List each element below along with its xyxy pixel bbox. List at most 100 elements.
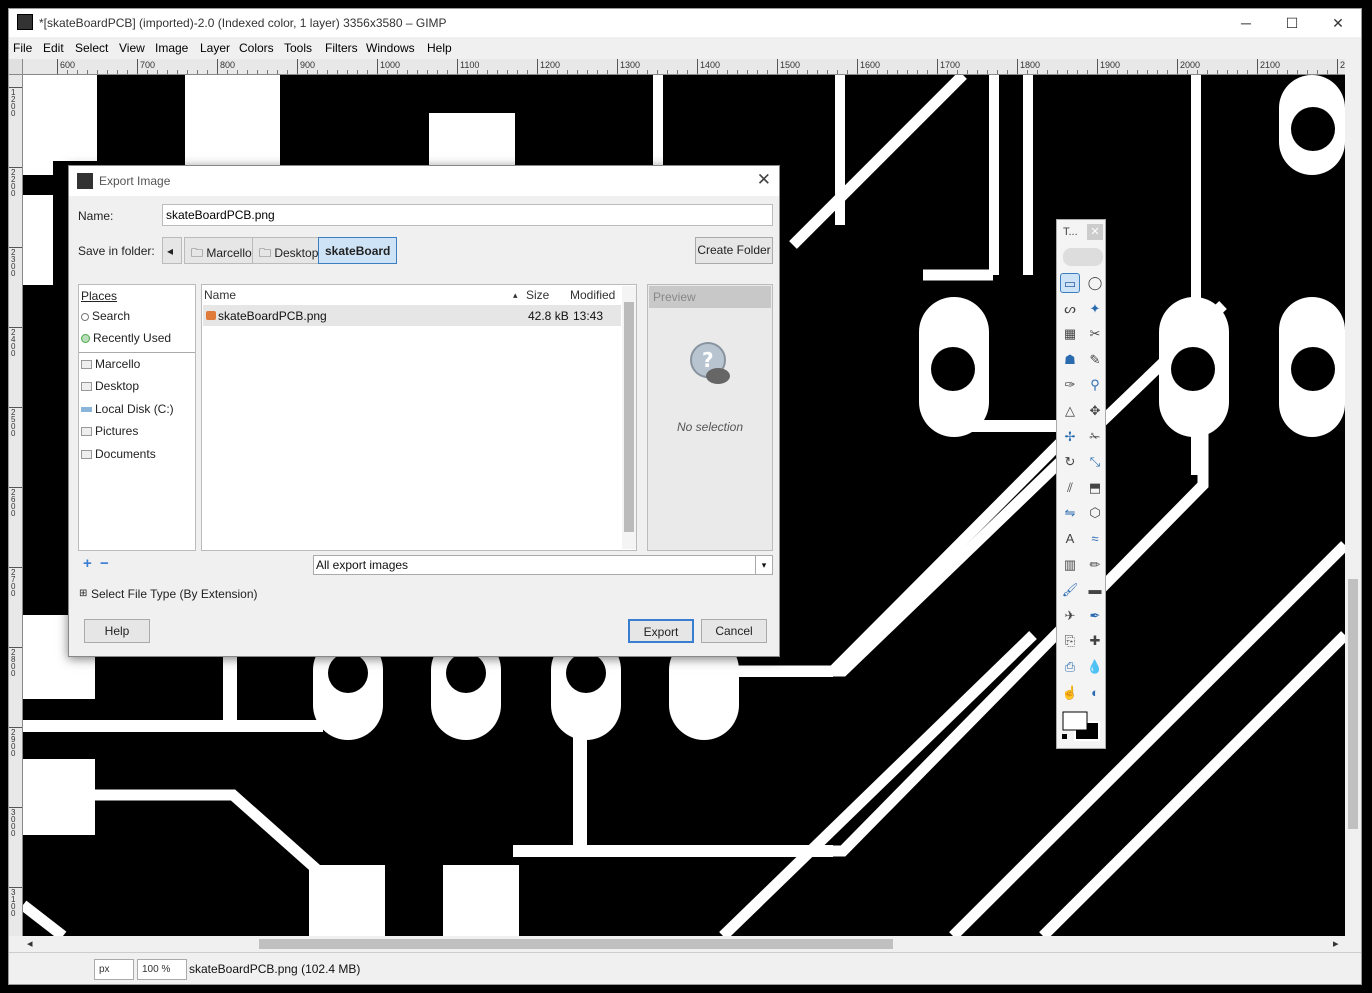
breadcrumb-desktop[interactable]: 🗀 Desktop	[252, 237, 326, 264]
place-local-disk[interactable]: Local Disk (C:)	[81, 402, 174, 416]
filename-input[interactable]: skateBoardPCB.png	[162, 204, 773, 226]
perspective-icon[interactable]: ⬒	[1085, 478, 1105, 498]
rect-select-icon[interactable]: ▭	[1060, 273, 1080, 293]
ruler-minor-tick	[357, 70, 358, 74]
move-icon[interactable]: ✥	[1085, 401, 1105, 421]
pencil-icon[interactable]: ✏	[1085, 555, 1105, 575]
rotate-icon[interactable]: ↻	[1060, 452, 1080, 472]
ruler-minor-tick	[237, 70, 238, 74]
menu-help[interactable]: Help	[427, 41, 452, 55]
file-list-scroll-thumb[interactable]	[624, 302, 634, 532]
file-row[interactable]: skateBoardPCB.png 42.8 kB 13:43	[203, 305, 621, 326]
cancel-button[interactable]: Cancel	[701, 619, 767, 643]
select-by-color-icon[interactable]: ▦	[1060, 324, 1080, 344]
places-separator	[79, 352, 195, 353]
ruler-tick: 900	[297, 59, 315, 74]
quick-mask-toggle[interactable]	[9, 59, 23, 75]
breadcrumb-skateboard[interactable]: skateBoard	[318, 237, 398, 264]
menu-layer[interactable]: Layer	[200, 41, 230, 55]
cage-transform-icon[interactable]: ⬡	[1085, 503, 1105, 523]
paths-icon[interactable]: ✎	[1085, 350, 1105, 370]
chevron-down-icon[interactable]: ▾	[755, 556, 772, 574]
place-documents[interactable]: Documents	[81, 447, 156, 461]
column-name[interactable]: Name	[204, 288, 236, 302]
place-marcello[interactable]: Marcello	[81, 357, 140, 371]
window-title: *[skateBoardPCB] (imported)-2.0 (Indexed…	[39, 16, 447, 30]
alignment-icon[interactable]: ✢	[1060, 427, 1080, 447]
blur-icon[interactable]: 💧	[1085, 657, 1105, 677]
warp-transform-icon[interactable]: ≈	[1085, 529, 1105, 549]
crop-icon[interactable]: ✁	[1085, 427, 1105, 447]
ellipse-select-icon[interactable]: ◯	[1085, 273, 1105, 293]
place-search[interactable]: Search	[81, 309, 130, 323]
menu-colors[interactable]: Colors	[239, 41, 274, 55]
places-sidebar: Places Search Recently Used Marcello Des…	[78, 284, 196, 551]
clone-icon[interactable]: ⎘	[1060, 631, 1080, 651]
place-desktop[interactable]: Desktop	[81, 379, 139, 393]
minimize-button[interactable]: ─	[1223, 9, 1269, 37]
airbrush-icon[interactable]: ✈	[1060, 606, 1080, 626]
ruler-minor-tick	[347, 70, 348, 74]
menu-select[interactable]: Select	[75, 41, 108, 55]
help-button[interactable]: Help	[84, 619, 150, 643]
export-button[interactable]: Export	[628, 619, 694, 643]
menu-view[interactable]: View	[119, 41, 145, 55]
dialog-close-icon[interactable]: ✕	[757, 170, 771, 190]
zoom-icon[interactable]: ⚲	[1085, 375, 1105, 395]
export-image-dialog: Export Image ✕ Name: skateBoardPCB.png S…	[68, 165, 780, 657]
add-bookmark-button[interactable]: +	[83, 555, 92, 572]
fg-bg-color-icon[interactable]	[1061, 710, 1103, 744]
foreground-select-icon[interactable]: ☗	[1060, 350, 1080, 370]
menu-tools[interactable]: Tools	[284, 41, 312, 55]
scissors-select-icon[interactable]: ✂	[1085, 324, 1105, 344]
scroll-left-arrow-icon[interactable]: ◂	[27, 937, 33, 950]
remove-bookmark-button[interactable]: −	[100, 555, 109, 572]
eraser-icon[interactable]: ▬	[1085, 580, 1105, 600]
shear-icon[interactable]: ⫽	[1060, 478, 1080, 498]
close-window-button[interactable]: ✕	[1315, 9, 1361, 37]
column-size[interactable]: Size	[526, 288, 549, 302]
menu-edit[interactable]: Edit	[43, 41, 64, 55]
blend-icon[interactable]: ▥	[1060, 555, 1080, 575]
select-file-type-expander[interactable]: Select File Type (By Extension)	[91, 587, 258, 601]
zoom-selector[interactable]: 100 %	[137, 959, 187, 980]
file-filter-select[interactable]: All export images ▾	[313, 555, 773, 575]
place-recently-used[interactable]: Recently Used	[81, 331, 171, 345]
heal-icon[interactable]: ✚	[1085, 631, 1105, 651]
ruler-minor-tick	[737, 70, 738, 74]
ink-icon[interactable]: ✒	[1085, 606, 1105, 626]
file-list-scrollbar[interactable]	[622, 286, 636, 549]
text-icon[interactable]: A	[1060, 529, 1080, 549]
breadcrumb-back-button[interactable]: ◂	[162, 237, 182, 264]
column-modified[interactable]: Modified	[570, 288, 615, 302]
maximize-button[interactable]: ☐	[1269, 9, 1315, 37]
measure-icon[interactable]: △	[1060, 401, 1080, 421]
free-select-icon[interactable]: ᔕ	[1060, 299, 1080, 319]
breadcrumb-marcello[interactable]: 🗀 Marcello	[184, 237, 259, 264]
horizontal-scroll-thumb[interactable]	[259, 939, 893, 949]
color-picker-icon[interactable]: ✑	[1060, 375, 1080, 395]
perspective-clone-icon[interactable]: ⎙	[1060, 657, 1080, 677]
place-pictures[interactable]: Pictures	[81, 424, 138, 438]
ruler-minor-tick	[1307, 70, 1308, 74]
vertical-scroll-thumb[interactable]	[1348, 579, 1358, 829]
fuzzy-select-icon[interactable]: ✦	[1085, 299, 1105, 319]
toolbox-close-icon[interactable]: ✕	[1087, 224, 1103, 240]
paintbrush-icon[interactable]: 🖌	[1060, 580, 1080, 600]
ruler-minor-tick	[657, 70, 658, 74]
scale-icon[interactable]: ⤡	[1085, 452, 1105, 472]
ruler-minor-tick	[847, 70, 848, 74]
flip-icon[interactable]: ⇋	[1060, 503, 1080, 523]
menu-windows[interactable]: Windows	[366, 41, 415, 55]
create-folder-button[interactable]: Create Folder	[695, 237, 773, 264]
expander-icon[interactable]: ⊞	[79, 588, 87, 599]
menu-filters[interactable]: Filters	[325, 41, 358, 55]
menu-image[interactable]: Image	[155, 41, 188, 55]
unit-selector[interactable]: px	[94, 959, 134, 980]
horizontal-scrollbar[interactable]: ◂ ▸	[23, 936, 1345, 952]
dodge-burn-icon[interactable]: ◐	[1085, 683, 1105, 703]
smudge-icon[interactable]: ☝	[1060, 683, 1080, 703]
vertical-scrollbar[interactable]	[1345, 59, 1361, 936]
menu-file[interactable]: File	[13, 41, 32, 55]
scroll-right-arrow-icon[interactable]: ▸	[1333, 937, 1339, 950]
